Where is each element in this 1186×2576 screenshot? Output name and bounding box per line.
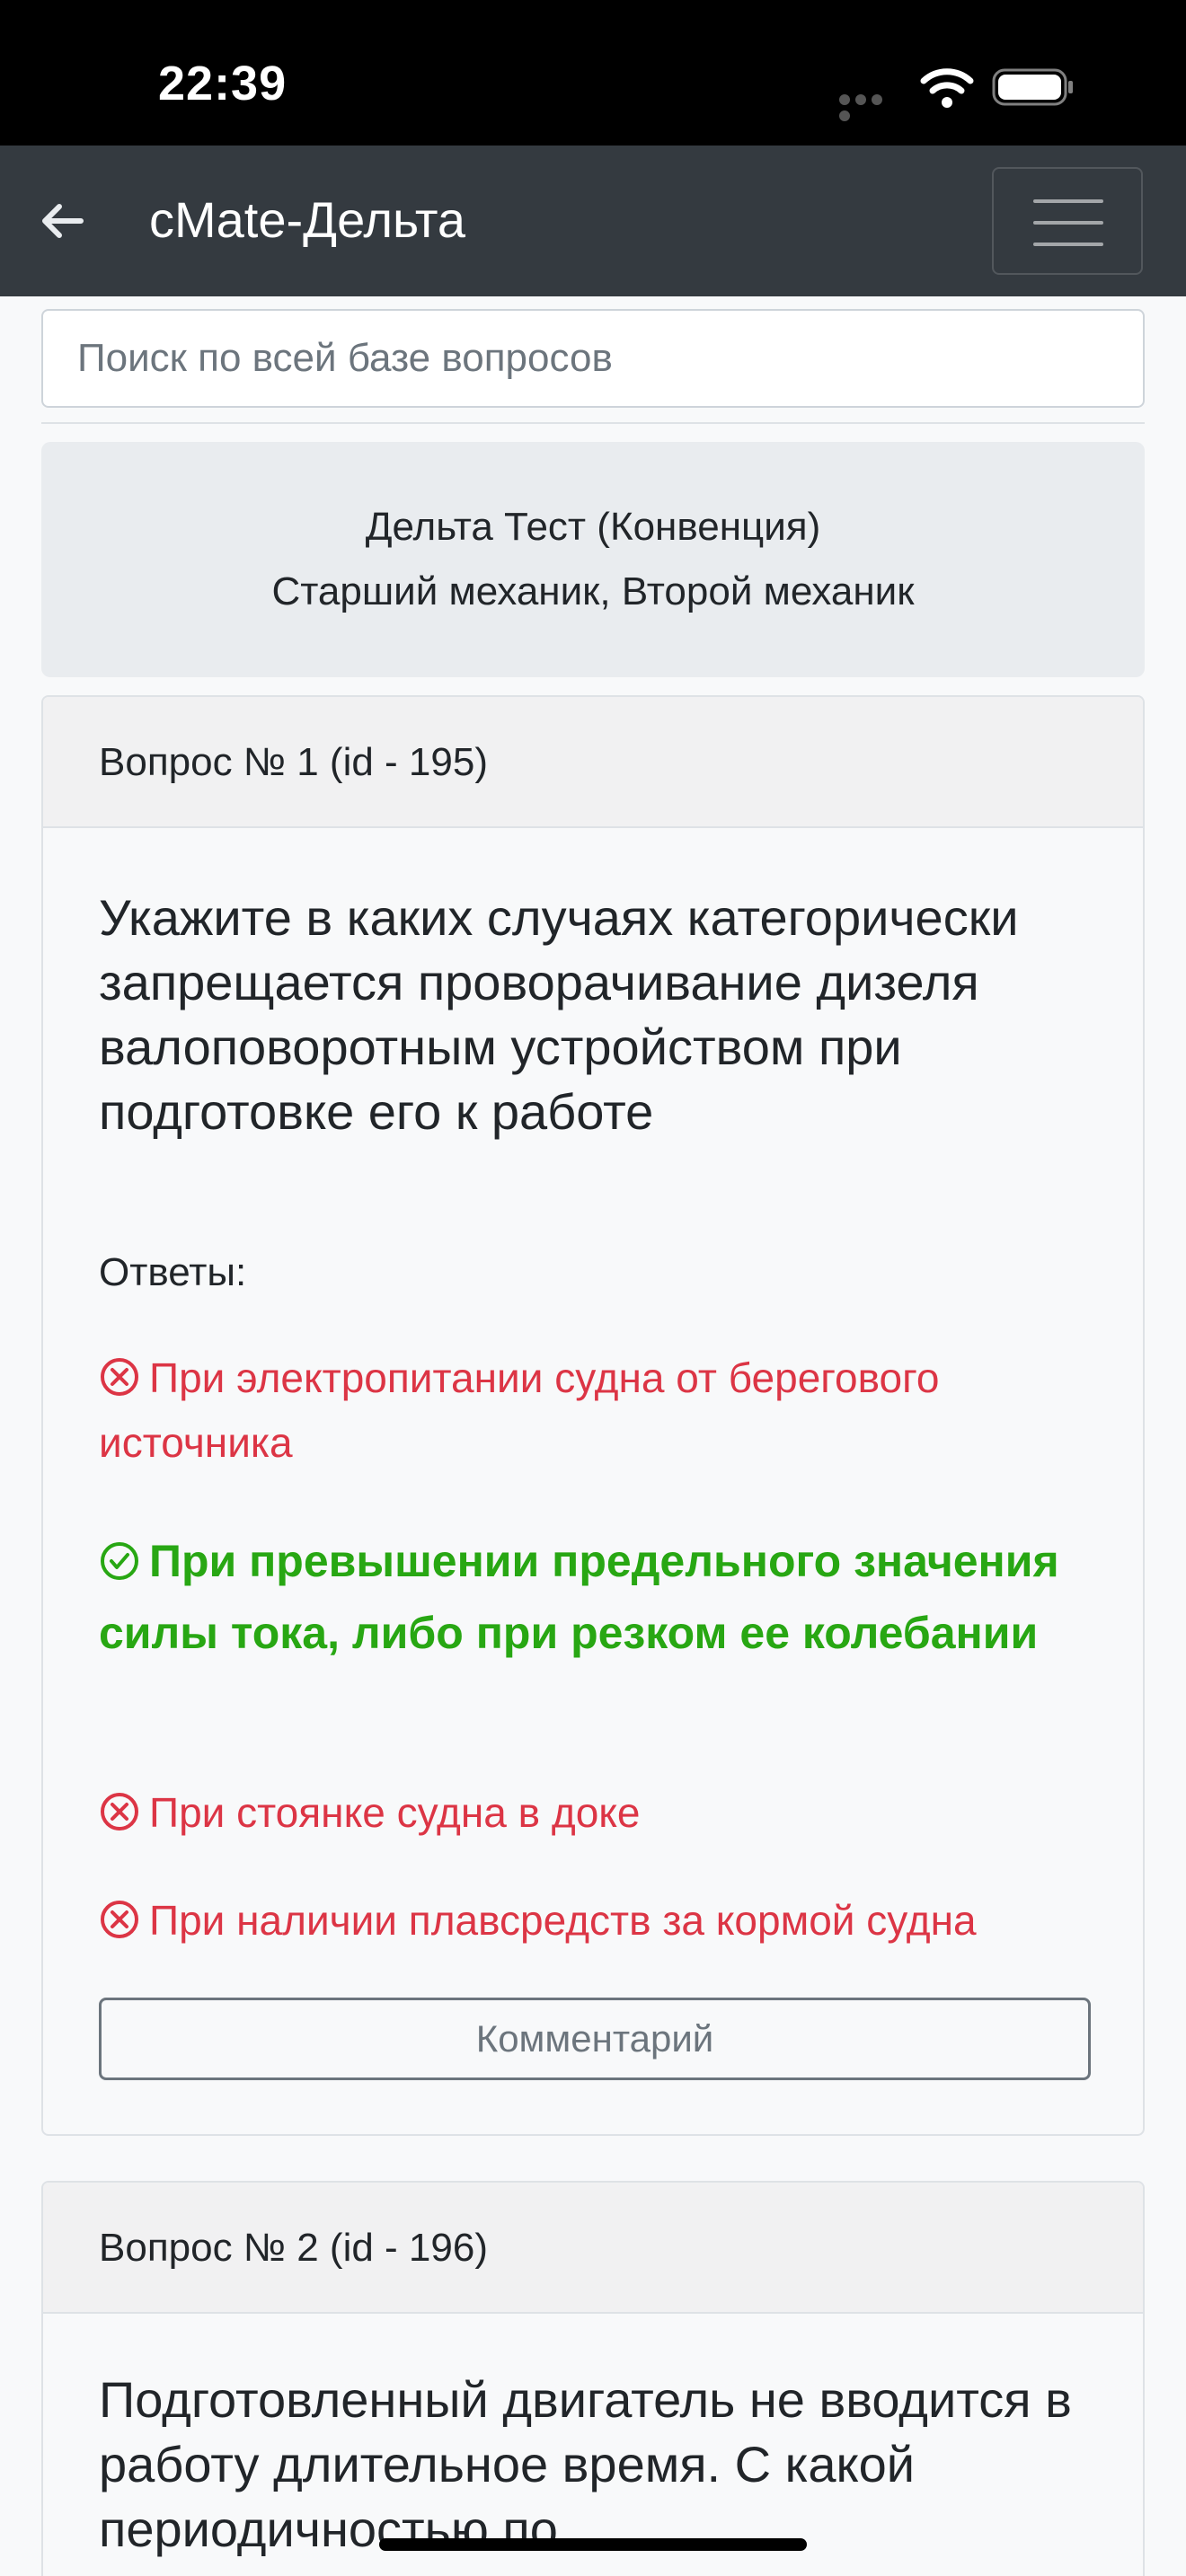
hamburger-icon: [1033, 199, 1103, 203]
wifi-icon: [920, 68, 974, 108]
signal-dots-icon: [839, 93, 902, 121]
answer-text: При электропитании судна от берегового и…: [99, 1354, 940, 1466]
test-info-box: Дельта Тест (Конвенция) Старший механик,…: [41, 442, 1145, 677]
arrow-left-icon[interactable]: [36, 196, 86, 246]
answers-label: Ответы:: [99, 1250, 247, 1294]
check-circle-icon: [101, 1542, 138, 1580]
question-card: Вопрос № 2 (id - 196) Подготовленный дви…: [41, 2181, 1145, 2576]
answer-text: При наличии плавсредств за кормой судна: [149, 1897, 977, 1944]
answer-text: При стоянке судна в доке: [149, 1789, 641, 1836]
status-time: 22:39: [158, 57, 288, 110]
x-circle-icon: [101, 1793, 138, 1831]
divider: [41, 422, 1145, 424]
battery-icon: [992, 68, 1073, 106]
question-text: Подготовленный двигатель не вводится в р…: [99, 2371, 1072, 2557]
hamburger-icon-bar: [1033, 221, 1103, 225]
status-bar: 22:39: [0, 0, 1186, 146]
question-number: Вопрос № 1 (id - 195): [99, 740, 488, 784]
navbar: cMate-Дельта: [0, 146, 1186, 296]
hamburger-icon-bar: [1033, 243, 1103, 246]
question-number: Вопрос № 2 (id - 196): [99, 2226, 488, 2270]
answer-wrong: При наличии плавсредств за кормой судна: [99, 1888, 1096, 1953]
search-input[interactable]: [41, 309, 1145, 408]
test-name: Дельта Тест (Конвенция): [365, 505, 821, 549]
answer-wrong: При электропитании судна от берегового и…: [99, 1345, 1096, 1475]
question-header: Вопрос № 2 (id - 196): [43, 2183, 1143, 2314]
menu-toggle-button[interactable]: [992, 167, 1143, 275]
x-circle-icon: [101, 1901, 138, 1938]
x-circle-icon: [101, 1358, 138, 1396]
question-text: Укажите в каких случаях категорически за…: [99, 889, 1019, 1140]
test-ranks: Старший механик, Второй механик: [271, 569, 915, 613]
answer-wrong: При стоянке судна в доке: [99, 1780, 1096, 1845]
answer-text: При превышении предельного значения силы…: [99, 1536, 1059, 1658]
comment-button[interactable]: Комментарий: [99, 1998, 1091, 2080]
answer-correct: При превышении предельного значения силы…: [99, 1525, 1096, 1669]
question-card: Вопрос № 1 (id - 195) Укажите в каких сл…: [41, 695, 1145, 2136]
app-title: cMate-Дельта: [149, 191, 465, 248]
question-header: Вопрос № 1 (id - 195): [43, 697, 1143, 828]
home-indicator: [379, 2538, 807, 2551]
